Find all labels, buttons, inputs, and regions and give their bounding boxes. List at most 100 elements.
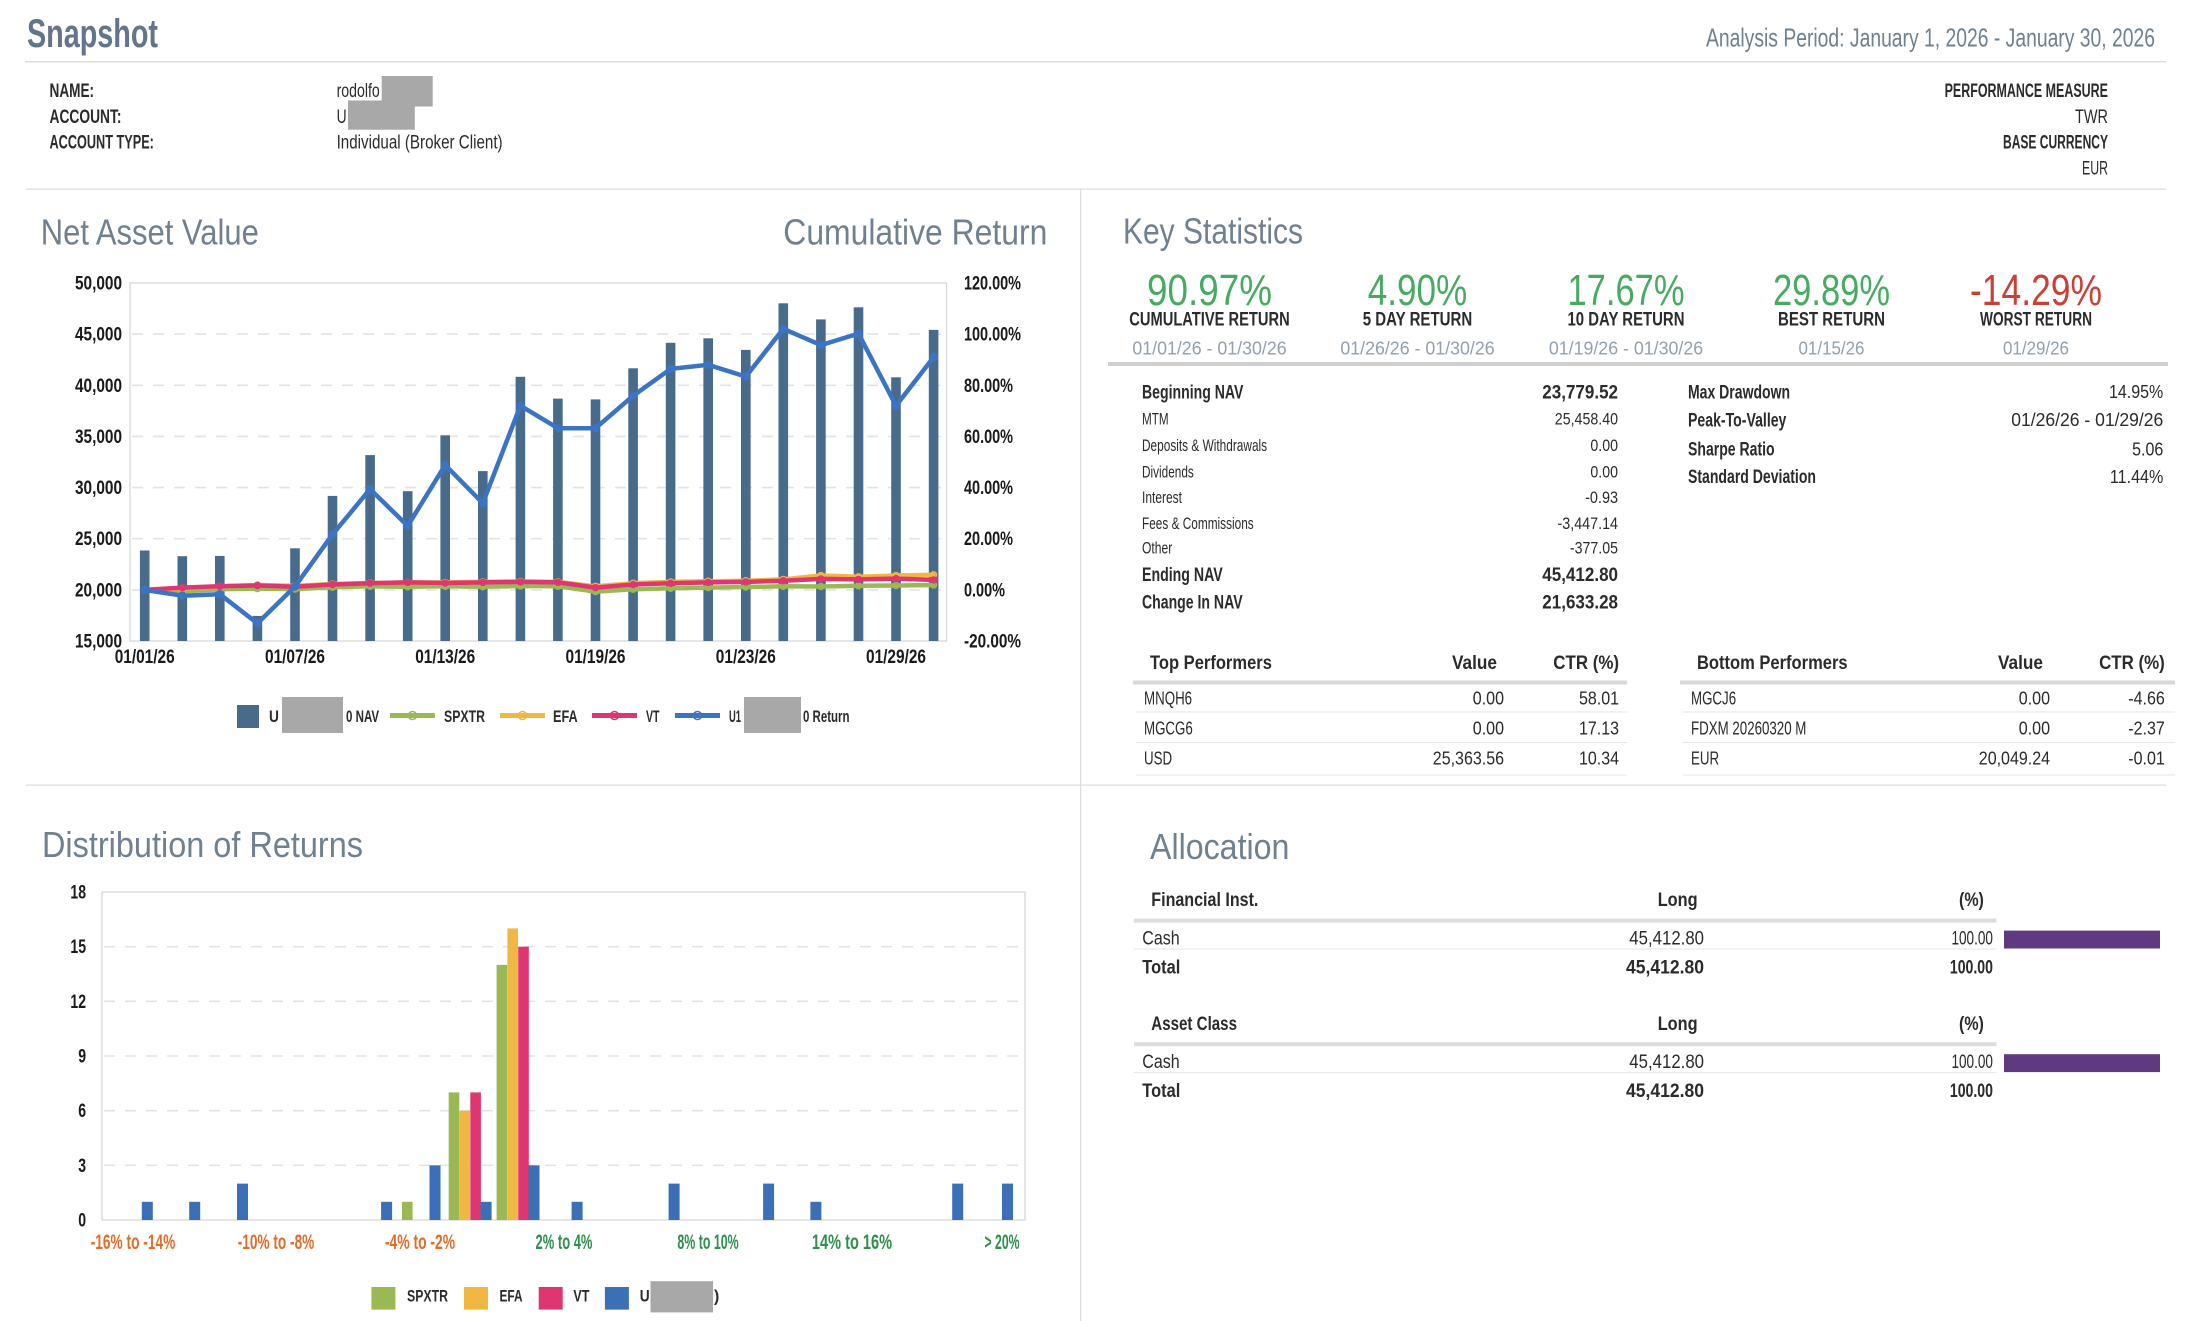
svg-text:Beginning NAV: Beginning NAV bbox=[1142, 382, 1244, 403]
svg-text:4.90%: 4.90% bbox=[1368, 266, 1468, 315]
svg-text:45,412.80: 45,412.80 bbox=[1629, 1052, 1704, 1073]
svg-text:Deposits & Withdrawals: Deposits & Withdrawals bbox=[1142, 437, 1267, 455]
svg-text:EUR: EUR bbox=[2082, 159, 2108, 180]
svg-text:Top Performers: Top Performers bbox=[1150, 653, 1272, 674]
svg-text:Ending NAV: Ending NAV bbox=[1142, 565, 1223, 586]
svg-text:01/23/26: 01/23/26 bbox=[716, 647, 776, 668]
svg-text:Total: Total bbox=[1142, 1081, 1180, 1102]
svg-text:VT: VT bbox=[573, 1288, 589, 1306]
svg-text:-16% to -14%: -16% to -14% bbox=[91, 1231, 176, 1254]
svg-text:U1: U1 bbox=[729, 708, 741, 726]
svg-text:0.00: 0.00 bbox=[1473, 718, 1504, 738]
svg-text:01/26/26 - 01/29/26: 01/26/26 - 01/29/26 bbox=[2011, 410, 2163, 430]
svg-text:-377.05: -377.05 bbox=[1570, 540, 1618, 558]
svg-text:100.00: 100.00 bbox=[1950, 1081, 1993, 1102]
svg-text:14% to 16%: 14% to 16% bbox=[812, 1231, 892, 1254]
svg-text:0.00: 0.00 bbox=[1590, 463, 1618, 481]
svg-text:12: 12 bbox=[70, 992, 86, 1013]
svg-text:BASE CURRENCY: BASE CURRENCY bbox=[2003, 133, 2108, 154]
svg-text:Change In NAV: Change In NAV bbox=[1142, 593, 1243, 614]
svg-text:> 20%: > 20% bbox=[984, 1231, 1019, 1254]
svg-text:CUMULATIVE RETURN: CUMULATIVE RETURN bbox=[1129, 310, 1289, 331]
svg-text:35,000: 35,000 bbox=[75, 427, 122, 448]
svg-text:rodolfo: rodolfo bbox=[337, 81, 380, 102]
svg-text:Financial Inst.: Financial Inst. bbox=[1151, 890, 1258, 911]
svg-text:ACCOUNT:: ACCOUNT: bbox=[50, 107, 122, 128]
svg-text:Individual (Broker Client): Individual (Broker Client) bbox=[337, 133, 503, 154]
svg-text:45,412.80: 45,412.80 bbox=[1626, 1081, 1704, 1102]
svg-text:Analysis Period: January 1, 20: Analysis Period: January 1, 2026 - Janua… bbox=[1706, 23, 2155, 53]
svg-text:PERFORMANCE MEASURE: PERFORMANCE MEASURE bbox=[1945, 81, 2108, 102]
svg-text:FDXM 20260320 M: FDXM 20260320 M bbox=[1691, 718, 1806, 738]
svg-text:9: 9 bbox=[78, 1047, 86, 1068]
svg-text:0 Return: 0 Return bbox=[803, 708, 850, 726]
svg-text:0.00%: 0.00% bbox=[964, 580, 1005, 601]
svg-text:11.44%: 11.44% bbox=[2110, 467, 2163, 487]
svg-text:10 DAY RETURN: 10 DAY RETURN bbox=[1568, 310, 1685, 331]
svg-text:Fees & Commissions: Fees & Commissions bbox=[1142, 515, 1254, 533]
svg-text:120.00%: 120.00% bbox=[964, 274, 1021, 295]
svg-text:17.67%: 17.67% bbox=[1568, 266, 1685, 315]
svg-text:25,363.56: 25,363.56 bbox=[1433, 749, 1504, 769]
svg-text:WORST RETURN: WORST RETURN bbox=[1980, 310, 2092, 331]
svg-text:Net Asset Value: Net Asset Value bbox=[41, 212, 259, 253]
svg-text:01/29/26: 01/29/26 bbox=[2003, 339, 2069, 359]
svg-text:Total: Total bbox=[1142, 958, 1180, 979]
svg-text:-0.93: -0.93 bbox=[1585, 489, 1618, 507]
svg-text:01/29/26: 01/29/26 bbox=[866, 647, 926, 668]
svg-text:60.00%: 60.00% bbox=[964, 427, 1013, 448]
svg-text:Allocation: Allocation bbox=[1150, 826, 1289, 867]
svg-text:40,000: 40,000 bbox=[75, 376, 122, 397]
svg-text:Value: Value bbox=[1998, 653, 2043, 674]
svg-text:20,000: 20,000 bbox=[75, 580, 122, 601]
svg-text:-10% to -8%: -10% to -8% bbox=[238, 1231, 315, 1254]
svg-text:01/19/26 - 01/30/26: 01/19/26 - 01/30/26 bbox=[1549, 339, 1703, 359]
svg-text:-3,447.14: -3,447.14 bbox=[1558, 515, 1619, 533]
svg-text:0 NAV: 0 NAV bbox=[346, 708, 379, 726]
svg-text:(%): (%) bbox=[1959, 1014, 1984, 1035]
svg-text:BEST RETURN: BEST RETURN bbox=[1778, 310, 1885, 331]
svg-text:3: 3 bbox=[78, 1156, 86, 1177]
svg-text:NAME:: NAME: bbox=[50, 81, 95, 102]
svg-text:SPXTR: SPXTR bbox=[407, 1288, 448, 1306]
svg-text:10.34: 10.34 bbox=[1579, 749, 1619, 769]
svg-text:Long: Long bbox=[1658, 890, 1698, 911]
svg-text:-2.37: -2.37 bbox=[2128, 718, 2165, 738]
svg-text:-14.29%: -14.29% bbox=[1970, 266, 2102, 315]
svg-text:Max Drawdown: Max Drawdown bbox=[1688, 382, 1790, 403]
svg-text:5 DAY RETURN: 5 DAY RETURN bbox=[1363, 310, 1473, 331]
svg-text:SPXTR: SPXTR bbox=[444, 708, 485, 726]
svg-text:18: 18 bbox=[70, 883, 86, 904]
svg-text:6: 6 bbox=[78, 1101, 86, 1122]
svg-text:15: 15 bbox=[70, 937, 86, 958]
svg-text:100.00: 100.00 bbox=[1952, 1052, 1993, 1073]
svg-text:01/19/26: 01/19/26 bbox=[566, 647, 626, 668]
svg-text:17.13: 17.13 bbox=[1579, 718, 1619, 738]
svg-text:-0.01: -0.01 bbox=[2128, 749, 2165, 769]
svg-text:Long: Long bbox=[1658, 1014, 1698, 1035]
svg-text:): ) bbox=[714, 1288, 719, 1306]
svg-text:CTR (%): CTR (%) bbox=[2099, 653, 2165, 674]
svg-text:50,000: 50,000 bbox=[75, 274, 122, 295]
svg-text:Key Statistics: Key Statistics bbox=[1123, 211, 1303, 252]
svg-text:01/01/26 - 01/30/26: 01/01/26 - 01/30/26 bbox=[1132, 339, 1286, 359]
svg-text:USD: USD bbox=[1144, 749, 1172, 769]
svg-text:Dividends: Dividends bbox=[1142, 463, 1194, 481]
svg-text:EFA: EFA bbox=[553, 708, 578, 726]
svg-text:MGCJ6: MGCJ6 bbox=[1691, 689, 1736, 709]
svg-text:80.00%: 80.00% bbox=[964, 376, 1013, 397]
svg-text:100.00: 100.00 bbox=[1950, 958, 1993, 979]
svg-text:45,000: 45,000 bbox=[75, 325, 122, 346]
svg-text:01/01/26: 01/01/26 bbox=[115, 647, 175, 668]
svg-text:01/15/26: 01/15/26 bbox=[1799, 339, 1865, 359]
svg-text:20,049.24: 20,049.24 bbox=[1979, 749, 2050, 769]
svg-text:EFA: EFA bbox=[500, 1288, 523, 1306]
svg-text:(%): (%) bbox=[1959, 890, 1984, 911]
svg-text:Cumulative Return: Cumulative Return bbox=[783, 212, 1047, 253]
svg-text:Peak-To-Valley: Peak-To-Valley bbox=[1688, 410, 1787, 431]
svg-text:MGCG6: MGCG6 bbox=[1144, 718, 1193, 738]
svg-text:Sharpe Ratio: Sharpe Ratio bbox=[1688, 440, 1775, 461]
svg-text:20.00%: 20.00% bbox=[964, 529, 1013, 550]
svg-text:2% to 4%: 2% to 4% bbox=[536, 1231, 593, 1254]
svg-text:100.00%: 100.00% bbox=[964, 325, 1021, 346]
